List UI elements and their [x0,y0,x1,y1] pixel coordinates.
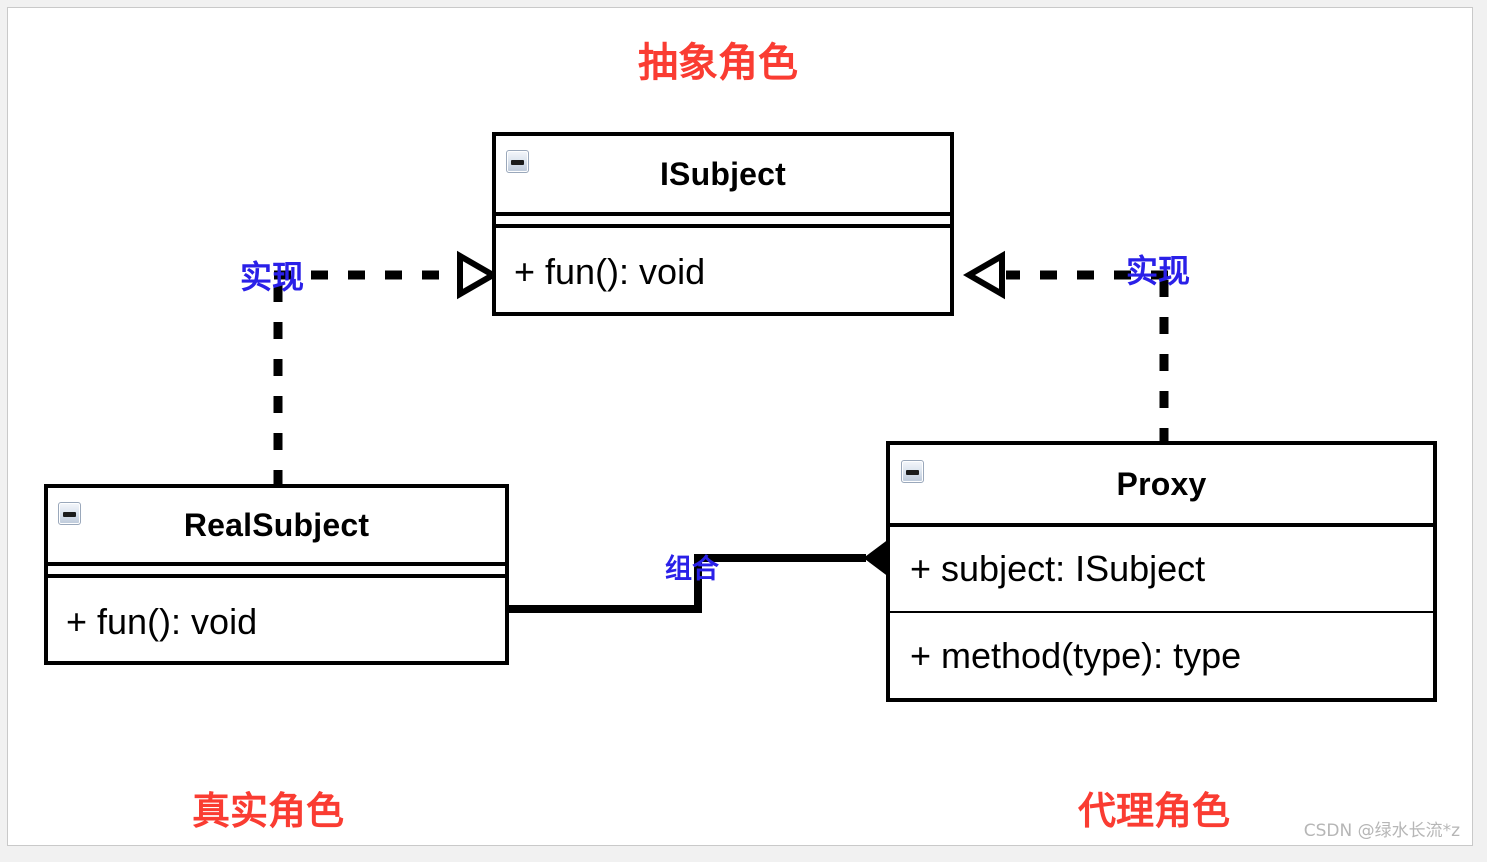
uml-class-isubject[interactable]: ISubject + fun(): void [492,132,954,316]
collapse-minus-icon[interactable] [506,150,529,173]
uml-class-realsubject[interactable]: RealSubject + fun(): void [44,484,509,665]
diagram-frame: ISubject (left, dashed) ---- --> ISubjec… [0,0,1487,862]
collapse-minus-icon[interactable] [901,460,924,483]
realization-edge-realsubject [273,250,500,487]
csdn-watermark: CSDN @绿水长流*z [1303,821,1460,841]
proxy-name-compartment: Proxy [890,445,1433,523]
proxy-class-name: Proxy [1116,465,1207,502]
annotation-composition: 组合 [665,554,719,585]
proxy-operation-row[interactable]: + method(type): type [890,613,1433,698]
realsubject-operation-text: + fun(): void [66,600,258,642]
diagram-canvas[interactable]: ISubject (left, dashed) ---- --> ISubjec… [7,7,1473,846]
realsubject-attributes-compartment [48,566,505,574]
annotation-abstract-role: 抽象角色 [638,40,798,86]
proxy-operation-text: + method(type): type [910,634,1242,676]
isubject-class-name: ISubject [659,155,787,192]
annotation-proxy-role: 代理角色 [1078,789,1231,833]
annotation-real-role: 真实角色 [192,789,345,833]
isubject-operation-text: + fun(): void [514,251,706,292]
isubject-attributes-compartment [496,216,950,224]
uml-class-proxy[interactable]: Proxy + subject: ISubject + method(type)… [886,441,1437,702]
collapse-minus-icon[interactable] [58,502,81,525]
isubject-operation-row[interactable]: + fun(): void [496,228,950,316]
realsubject-class-name: RealSubject [183,506,370,543]
proxy-attribute-row[interactable]: + subject: ISubject [890,527,1433,611]
realsubject-operation-row[interactable]: + fun(): void [48,578,505,665]
annotation-realize-left: 实现 [240,258,305,296]
annotation-realize-right: 实现 [1126,252,1191,290]
realsubject-name-compartment: RealSubject [48,488,505,562]
isubject-name-compartment: ISubject [496,136,950,212]
proxy-attribute-text: + subject: ISubject [910,548,1206,589]
